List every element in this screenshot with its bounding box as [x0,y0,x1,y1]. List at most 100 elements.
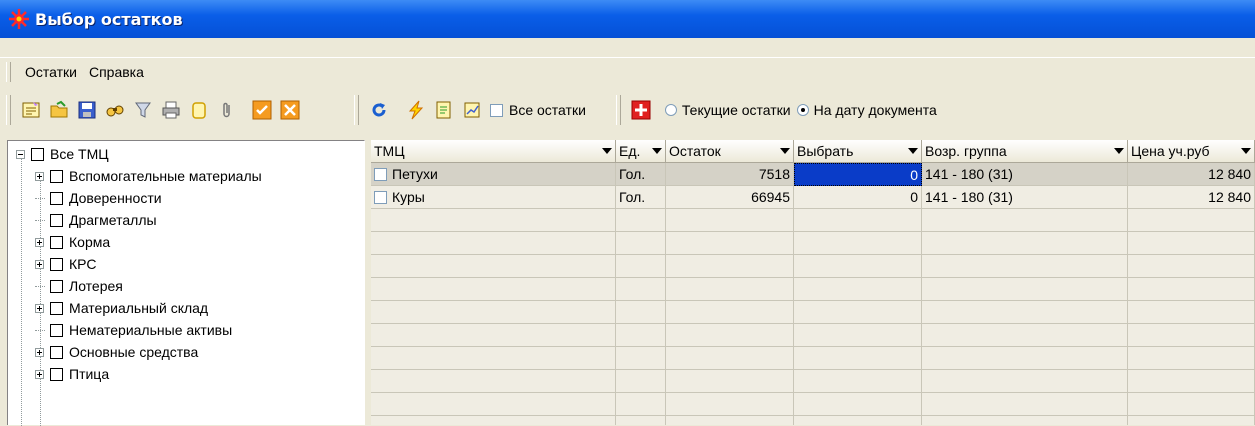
tree-checkbox[interactable] [50,191,63,205]
uncheck-all-button[interactable] [279,99,301,121]
column-header-item[interactable]: ТМЦ [371,140,616,163]
run-button[interactable] [405,99,427,121]
table-cell[interactable] [371,278,616,301]
tree-item[interactable]: КРС [35,253,96,275]
column-header-age-group[interactable]: Возр. группа [922,140,1128,163]
tree-checkbox[interactable] [50,345,63,359]
table-cell[interactable] [371,347,616,370]
tree-item[interactable]: Нематериальные активы [35,319,232,341]
table-cell[interactable] [794,416,922,425]
table-cell[interactable] [794,370,922,393]
print-button[interactable] [160,99,182,121]
table-cell[interactable] [371,255,616,278]
sort-arrow-icon[interactable] [652,148,662,154]
edit-doc-button[interactable] [433,99,455,121]
tree-checkbox[interactable] [50,301,63,315]
tree-checkbox[interactable] [50,367,63,381]
tree-root[interactable]: Все ТМЦ [16,143,109,165]
table-row[interactable]: Куры Гол. 66945 0 141 - 180 (31) 12 840 [371,186,1255,209]
table-cell[interactable] [371,370,616,393]
table-row[interactable] [371,232,1255,255]
table-row[interactable] [371,209,1255,232]
table-cell[interactable] [794,301,922,324]
table-cell[interactable] [794,347,922,370]
new-doc-button[interactable] [20,99,42,121]
expand-icon[interactable] [35,369,44,379]
table-cell[interactable] [371,324,616,347]
expand-icon[interactable] [35,259,44,269]
tree-item[interactable]: Доверенности [35,187,162,209]
expand-icon[interactable] [35,171,44,181]
radio-document-date[interactable]: На дату документа [796,102,937,118]
table-row[interactable] [371,393,1255,416]
table-cell[interactable] [371,393,616,416]
tree-checkbox[interactable] [50,213,63,227]
menu-help[interactable]: Справка [83,64,150,80]
table-cell[interactable] [794,324,922,347]
tree-item[interactable]: Вспомогательные материалы [35,165,262,187]
table-row[interactable] [371,370,1255,393]
radio-current-remains[interactable]: Текущие остатки [664,102,791,118]
attach-button[interactable] [216,99,238,121]
report-button[interactable] [461,99,483,121]
table-cell[interactable] [371,416,616,425]
copy-button[interactable] [188,99,210,121]
table-row[interactable] [371,347,1255,370]
table-cell[interactable] [794,209,922,232]
table-row[interactable] [371,255,1255,278]
row-checkbox[interactable] [374,190,387,204]
table-cell[interactable] [371,209,616,232]
row-checkbox[interactable] [374,167,387,181]
table-row[interactable] [371,324,1255,347]
tree-checkbox[interactable] [50,257,63,271]
table-cell[interactable]: 0 [794,186,922,209]
table-row[interactable] [371,278,1255,301]
tree-item[interactable]: Драгметаллы [35,209,157,231]
tree-item[interactable]: Корма [35,231,110,253]
tree-item[interactable]: Материальный склад [35,297,208,319]
open-button[interactable] [48,99,70,121]
sort-arrow-icon[interactable] [1114,148,1124,154]
table-cell[interactable] [371,301,616,324]
table-row[interactable] [371,301,1255,324]
expand-icon[interactable] [35,347,44,357]
tree-checkbox[interactable] [50,169,63,183]
sort-arrow-icon[interactable] [1241,148,1251,154]
sort-arrow-icon[interactable] [780,148,790,154]
table-cell[interactable] [794,278,922,301]
table-cell[interactable]: Петухи [371,163,616,186]
sort-arrow-icon[interactable] [602,148,612,154]
refresh-button[interactable] [368,99,390,121]
all-remains-checkbox[interactable]: Все остатки [490,102,586,118]
expand-icon[interactable] [35,303,44,313]
tree-checkbox[interactable] [50,323,63,337]
check-all-button[interactable] [251,99,273,121]
save-button[interactable] [76,99,98,121]
table-cell[interactable]: Куры [371,186,616,209]
table-cell[interactable] [794,232,922,255]
find-button[interactable] [104,99,126,121]
all-remains-box[interactable] [490,103,503,117]
sort-arrow-icon[interactable] [908,148,918,154]
tree-checkbox[interactable] [50,235,63,249]
table-row[interactable]: Петухи Гол. 7518 0 141 - 180 (31) 12 840 [371,163,1255,186]
table-cell[interactable]: 0 [794,163,922,186]
expand-icon[interactable] [35,237,44,247]
column-header-unit[interactable]: Ед. [616,140,666,163]
tree-checkbox[interactable] [50,279,63,293]
add-button[interactable] [630,99,652,121]
filter-button[interactable] [132,99,154,121]
radio-date-dot[interactable] [796,104,809,116]
collapse-icon[interactable] [16,149,25,159]
radio-current-dot[interactable] [664,104,677,116]
table-cell[interactable] [794,255,922,278]
column-header-price[interactable]: Цена уч.руб [1128,140,1255,163]
table-cell[interactable] [371,232,616,255]
tree-item[interactable]: Основные средства [35,341,198,363]
menu-remains[interactable]: Остатки [19,64,83,80]
tree-checkbox[interactable] [31,147,44,161]
column-header-select[interactable]: Выбрать [794,140,922,163]
tree-item[interactable]: Лотерея [35,275,123,297]
column-header-remainder[interactable]: Остаток [666,140,794,163]
tree-item[interactable]: Птица [35,363,109,385]
